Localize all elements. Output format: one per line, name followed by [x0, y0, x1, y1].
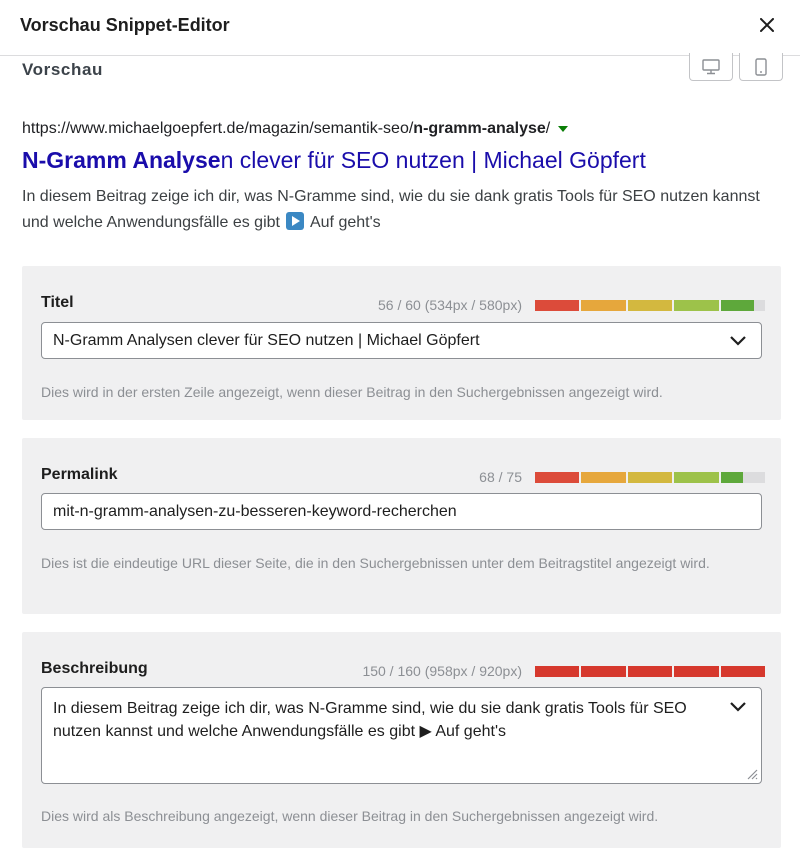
description-textarea-value: In diesem Beitrag zeige ich dir, was N-G…	[53, 700, 687, 740]
permalink-char-count: 68 / 75	[479, 469, 522, 485]
serp-description-tail: Auf geht's	[309, 214, 381, 231]
length-bar-segment	[674, 300, 719, 311]
description-textarea[interactable]: In diesem Beitrag zeige ich dir, was N-G…	[41, 687, 762, 784]
length-bar-segment	[720, 300, 765, 311]
title-input-value: N-Gramm Analysen clever für SEO nutzen |…	[53, 332, 480, 349]
permalink-input-value: mit-n-gramm-analysen-zu-besseren-keyword…	[53, 503, 457, 520]
title-panel: Titel 56 / 60 (534px / 580px) N-Gramm An…	[22, 266, 781, 420]
serp-title[interactable]: N-Gramm Analysen clever für SEO nutzen |…	[22, 147, 646, 174]
resize-handle-icon[interactable]	[746, 768, 758, 780]
modal-header: Vorschau Snippet-Editor	[0, 0, 800, 56]
length-bar-segment	[720, 472, 765, 483]
length-bar-segment	[535, 666, 580, 677]
length-bar-segment	[581, 666, 626, 677]
length-bar-segment	[581, 300, 626, 311]
close-icon	[760, 18, 774, 32]
description-help-text: Dies wird als Beschreibung angezeigt, we…	[41, 808, 659, 824]
serp-description: In diesem Beitrag zeige ich dir, was N-G…	[22, 184, 762, 236]
chevron-down-icon[interactable]	[729, 335, 747, 347]
permalink-input[interactable]: mit-n-gramm-analysen-zu-besseren-keyword…	[41, 493, 762, 530]
modal-title: Vorschau Snippet-Editor	[20, 15, 230, 35]
play-button-emoji-icon	[286, 212, 305, 230]
serp-url-keyword: n-gramm-analyse	[413, 120, 546, 137]
mobile-icon	[755, 57, 767, 76]
length-bar-segment	[535, 472, 580, 483]
mobile-preview-button[interactable]	[739, 53, 783, 81]
title-label: Titel	[41, 294, 74, 311]
title-length-bar	[535, 300, 765, 311]
length-bar-segment	[627, 666, 673, 677]
chevron-down-icon[interactable]	[729, 701, 747, 713]
desktop-icon	[702, 58, 720, 74]
permalink-help-text: Dies ist die eindeutige URL dieser Seite…	[41, 555, 710, 571]
title-input[interactable]: N-Gramm Analysen clever für SEO nutzen |…	[41, 322, 762, 359]
description-label: Beschreibung	[41, 660, 148, 677]
serp-title-rest: n clever für SEO nutzen | Michael Göpfer…	[220, 147, 646, 173]
preview-heading: Vorschau	[22, 60, 104, 79]
length-bar-segment	[674, 472, 719, 483]
caret-down-icon	[558, 125, 569, 132]
permalink-length-bar	[535, 472, 765, 483]
close-button[interactable]	[752, 10, 782, 40]
description-length-bar	[535, 666, 765, 677]
length-bar-segment	[627, 472, 673, 483]
description-panel: Beschreibung 150 / 160 (958px / 920px) I…	[22, 632, 781, 848]
title-char-count: 56 / 60 (534px / 580px)	[378, 297, 522, 313]
serp-description-text: In diesem Beitrag zeige ich dir, was N-G…	[22, 188, 760, 231]
serp-url-prefix: https://www.michaelgoepfert.de/magazin/s…	[22, 120, 414, 137]
desktop-preview-button[interactable]	[689, 53, 733, 81]
permalink-label: Permalink	[41, 466, 118, 483]
permalink-panel: Permalink 68 / 75 mit-n-gramm-analysen-z…	[22, 438, 781, 614]
length-bar-segment	[627, 300, 673, 311]
serp-url-suffix: /	[545, 120, 551, 137]
length-bar-segment	[720, 666, 765, 677]
serp-url: https://www.michaelgoepfert.de/magazin/s…	[22, 120, 569, 138]
serp-title-keyword: N-Gramm Analyse	[22, 147, 221, 173]
description-char-count: 150 / 160 (958px / 920px)	[362, 663, 522, 679]
length-bar-segment	[581, 472, 626, 483]
length-bar-segment	[535, 300, 580, 311]
title-help-text: Dies wird in der ersten Zeile angezeigt,…	[41, 384, 663, 400]
length-bar-segment	[674, 666, 719, 677]
